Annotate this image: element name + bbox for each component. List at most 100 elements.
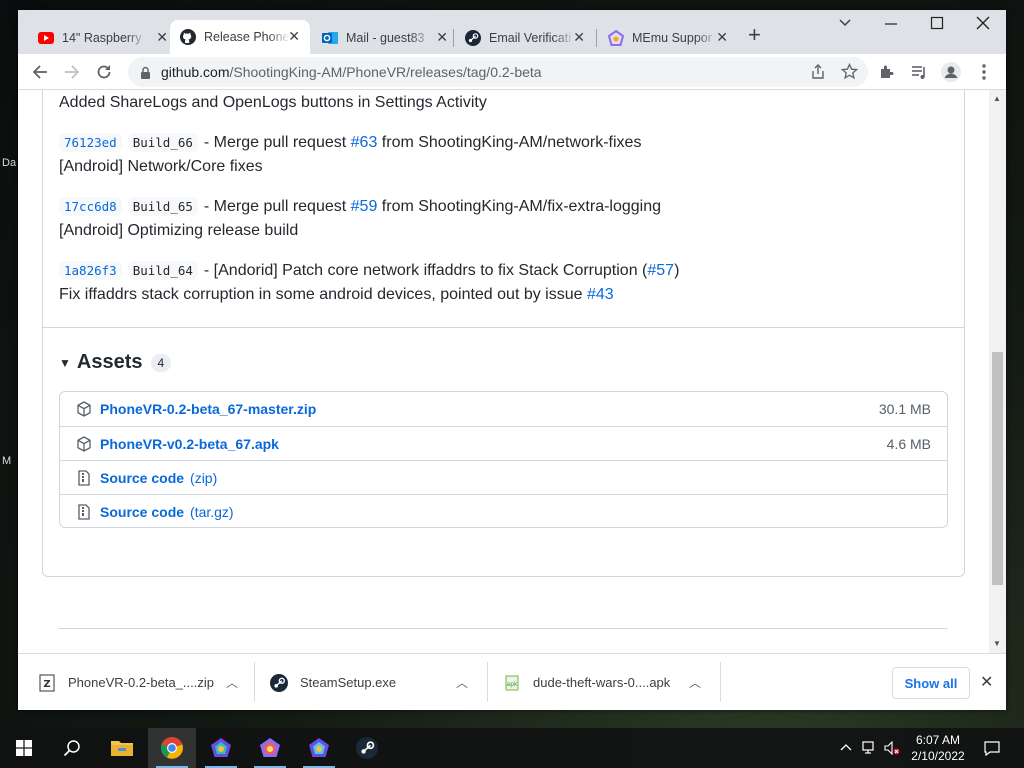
reload-icon[interactable]	[92, 60, 116, 84]
minimize-icon[interactable]	[884, 16, 898, 34]
file-explorer-icon[interactable]	[98, 728, 146, 768]
commit-description: [Android] Optimizing release build	[59, 222, 299, 239]
chevron-up-icon[interactable]: ︿	[456, 674, 468, 691]
build-tag: Build_66	[127, 133, 198, 152]
section-divider	[42, 327, 965, 328]
windows-start-icon[interactable]	[0, 728, 48, 768]
memu-icon	[608, 29, 624, 46]
commit-message: from ShootingKing-AM/fix-extra-logging	[377, 197, 662, 215]
close-downloads-bar-icon[interactable]: ✕	[980, 672, 993, 692]
asset-row[interactable]: PhoneVR-v0.2-beta_67.apk 4.6 MB	[60, 426, 947, 460]
taskbar-clock[interactable]: 6:07 AM 2/10/2022	[906, 732, 970, 764]
tab-steam[interactable]: Email Verificati ✕	[455, 21, 595, 54]
asset-row[interactable]: Source code (zip)	[60, 460, 947, 494]
show-all-downloads-button[interactable]: Show all	[892, 667, 970, 699]
maximize-icon[interactable]	[930, 16, 944, 34]
page-scrollbar[interactable]: ▲ ▼	[989, 90, 1006, 653]
clock-date: 2/10/2022	[911, 749, 965, 763]
download-item[interactable]: SteamSetup.exe ︿	[270, 654, 475, 711]
steam-icon[interactable]	[343, 728, 391, 768]
commit-message: - [Andorid] Patch core network iffaddrs …	[203, 261, 648, 279]
build-tag: Build_64	[127, 261, 198, 280]
asset-download-link[interactable]: PhoneVR-v0.2-beta_67.apk	[100, 436, 279, 452]
bookmark-star-icon[interactable]	[841, 63, 858, 80]
close-icon[interactable]: ✕	[288, 28, 300, 45]
asset-row[interactable]: PhoneVR-0.2-beta_67-master.zip 30.1 MB	[60, 392, 947, 426]
download-item[interactable]: apk dude-theft-wars-0....apk ︿	[503, 654, 708, 711]
menu-kebab-icon[interactable]	[972, 60, 996, 84]
commit-description: [Android] Network/Core fixes	[59, 158, 263, 175]
extensions-puzzle-icon[interactable]	[875, 60, 899, 84]
chevron-up-icon[interactable]: ︿	[689, 674, 701, 691]
scroll-down-arrow-icon[interactable]: ▼	[993, 639, 1001, 648]
asset-format[interactable]: (tar.gz)	[190, 504, 234, 520]
tab-youtube[interactable]: 14" Raspberry ✕	[28, 21, 178, 54]
back-arrow-icon[interactable]	[28, 60, 52, 84]
commit-description: Fix iffaddrs stack corruption in some an…	[59, 286, 614, 304]
asset-download-link[interactable]: PhoneVR-0.2-beta_67-master.zip	[100, 401, 316, 417]
svg-text:apk: apk	[507, 681, 518, 688]
network-icon[interactable]	[862, 728, 878, 768]
tab-search-chevron-icon[interactable]	[838, 16, 852, 34]
address-bar[interactable]: github.com/ShootingKing-AM/PhoneVR/relea…	[128, 57, 868, 87]
tab-outlook[interactable]: Mail - guest83 ✕	[312, 21, 458, 54]
commit-sha-link[interactable]: 76123ed	[59, 133, 122, 152]
asset-row[interactable]: Source code (tar.gz)	[60, 494, 947, 528]
media-playlist-icon[interactable]	[907, 60, 931, 84]
tab-github-release[interactable]: Release Phone ✕	[170, 20, 310, 54]
pull-request-link[interactable]: #63	[351, 134, 378, 152]
issue-link[interactable]: #43	[587, 286, 614, 303]
steam-icon	[270, 673, 288, 692]
close-icon[interactable]: ✕	[573, 29, 585, 46]
pull-request-link[interactable]: #57	[647, 262, 674, 280]
windows-taskbar: 6:07 AM 2/10/2022	[0, 728, 1024, 768]
forward-arrow-icon[interactable]	[60, 60, 84, 84]
commit-sha-link[interactable]: 17cc6d8	[59, 197, 122, 216]
chrome-icon[interactable]	[148, 728, 196, 768]
new-tab-plus-icon[interactable]: +	[748, 24, 761, 46]
tab-memu[interactable]: MEmu Suppor ✕	[598, 21, 738, 54]
scrollbar-thumb[interactable]	[992, 352, 1003, 585]
caret-down-icon: ▼	[59, 355, 71, 370]
commit-message: )	[674, 261, 680, 279]
desktop-icon-label: Da	[2, 157, 17, 169]
memu-multi-icon[interactable]	[246, 728, 294, 768]
download-separator	[487, 662, 488, 702]
asset-format[interactable]: (zip)	[190, 470, 217, 486]
assets-count-badge: 4	[150, 353, 172, 372]
notification-center-icon[interactable]	[984, 728, 1000, 768]
scroll-up-arrow-icon[interactable]: ▲	[993, 94, 1001, 103]
commit-message: - Merge pull request	[203, 197, 351, 215]
download-separator	[254, 662, 255, 702]
close-icon[interactable]: ✕	[716, 29, 728, 46]
steam-icon	[465, 29, 481, 46]
volume-muted-icon[interactable]	[884, 728, 900, 768]
download-item[interactable]: Z PhoneVR-0.2-beta_....zip ︿	[38, 654, 243, 711]
window-close-icon[interactable]	[976, 16, 990, 34]
footer-divider	[58, 628, 948, 629]
search-icon[interactable]	[48, 728, 96, 768]
profile-avatar-icon[interactable]	[939, 60, 963, 84]
tab-separator	[453, 29, 454, 47]
asset-download-link[interactable]: Source code	[100, 470, 184, 486]
page-viewport: Added ShareLogs and OpenLogs buttons in …	[18, 90, 1006, 653]
clock-time: 6:07 AM	[915, 733, 961, 747]
close-icon[interactable]: ✕	[156, 29, 168, 46]
tray-overflow-chevron-icon[interactable]	[840, 728, 852, 768]
close-icon[interactable]: ✕	[436, 29, 448, 46]
share-icon[interactable]	[810, 64, 826, 80]
memu-app-icon[interactable]	[295, 728, 343, 768]
file-zip-icon	[76, 469, 92, 486]
commit-sha-link[interactable]: 1a826f3	[59, 261, 122, 280]
assets-list: PhoneVR-0.2-beta_67-master.zip 30.1 MB P…	[59, 391, 948, 528]
downloads-bar: Z PhoneVR-0.2-beta_....zip ︿ SteamSetup.…	[18, 653, 1006, 710]
pull-request-link[interactable]: #59	[351, 198, 378, 216]
lock-icon[interactable]	[140, 66, 151, 79]
assets-toggle[interactable]: ▼ Assets 4	[59, 351, 172, 374]
asset-download-link[interactable]: Source code	[100, 504, 184, 520]
chevron-up-icon[interactable]: ︿	[226, 674, 238, 691]
memu-icon[interactable]	[197, 728, 245, 768]
build-tag: Build_65	[127, 197, 198, 216]
commit-entry: 17cc6d8 Build_65 - Merge pull request #5…	[59, 197, 661, 216]
zip-file-icon: Z	[38, 673, 56, 692]
